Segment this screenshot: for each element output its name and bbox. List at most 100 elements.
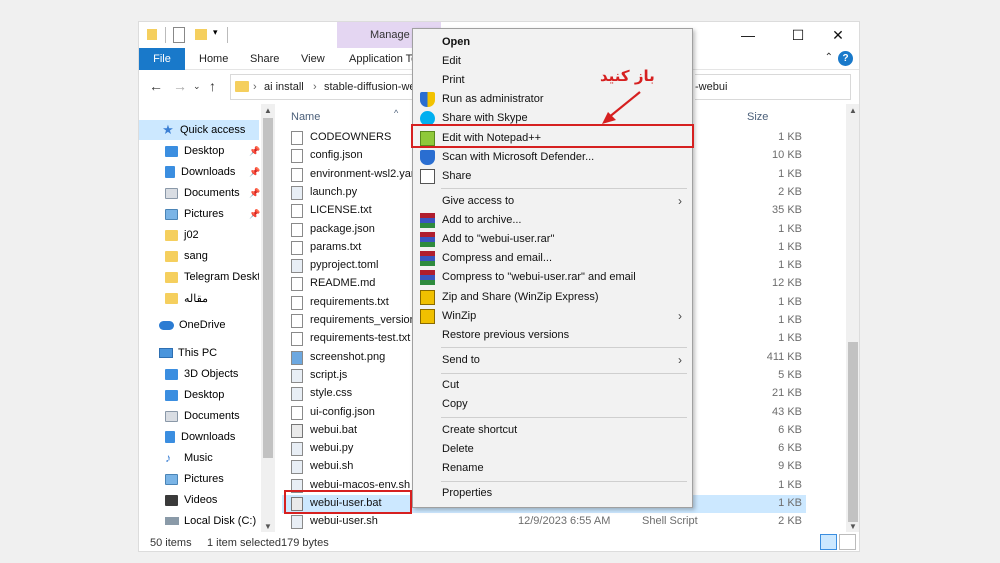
breadcrumb-webui[interactable]: -webui xyxy=(695,81,727,93)
nav-item-label: Local Disk (C:) xyxy=(184,515,257,527)
status-bar: 50 items 1 item selected 179 bytes xyxy=(139,532,859,551)
menu-item-properties[interactable]: Properties xyxy=(413,484,692,503)
file-name: webui.py xyxy=(310,442,354,455)
folder-icon xyxy=(165,229,178,241)
scroll-down-icon[interactable]: ▼ xyxy=(849,522,857,531)
address-bar-tail[interactable]: -webui xyxy=(695,74,851,100)
file-list-scrollbar[interactable]: ▲ ▼ xyxy=(846,104,859,534)
menu-item-copy[interactable]: Copy xyxy=(413,395,692,414)
winrar-icon xyxy=(420,213,435,229)
scroll-down-icon[interactable]: ▼ xyxy=(264,522,272,531)
file-size: 35 KB xyxy=(772,204,802,217)
file-row[interactable]: webui-user.sh 12/9/2023 6:55 AM Shell Scri… xyxy=(282,513,806,531)
nav-item-telegram-desktop[interactable]: Telegram Deskto xyxy=(139,267,259,287)
nav-item-desktop-pc[interactable]: Desktop xyxy=(139,385,259,405)
help-icon[interactable]: ? xyxy=(838,51,853,66)
tab-home[interactable]: Home xyxy=(199,53,228,65)
menu-item-send-to[interactable]: Send to › xyxy=(413,351,692,370)
menu-item-compress-and-email[interactable]: Compress and email... xyxy=(413,249,692,268)
nav-item-downloads[interactable]: Downloads xyxy=(139,162,259,182)
menu-item-scan-with-microsoft-defender[interactable]: Scan with Microsoft Defender... xyxy=(413,148,692,167)
breadcrumb-stable-diffusion[interactable]: stable-diffusion-we xyxy=(324,81,416,93)
menu-item-add-to-webui-user-rar[interactable]: Add to "webui-user.rar" xyxy=(413,230,692,249)
menu-item-run-as-administrator[interactable]: Run as administrator xyxy=(413,90,692,109)
back-arrow-icon[interactable]: ← xyxy=(149,78,163,94)
tab-view[interactable]: View xyxy=(301,53,325,65)
file-icon xyxy=(291,259,303,274)
menu-item-label: Share with Skype xyxy=(442,112,528,125)
file-list-scrollbar-thumb[interactable] xyxy=(848,342,858,522)
nav-item-maghaleh[interactable]: مقاله xyxy=(139,288,259,308)
up-arrow-icon[interactable]: ↑ xyxy=(209,78,216,94)
file-icon xyxy=(291,442,303,457)
menu-separator xyxy=(441,347,687,349)
menu-item-create-shortcut[interactable]: Create shortcut xyxy=(413,421,692,440)
scroll-up-icon[interactable]: ▲ xyxy=(264,106,272,115)
nav-item-quick-access[interactable]: ★ Quick access xyxy=(139,120,259,140)
nav-item-3d-objects[interactable]: 3D Objects xyxy=(139,364,259,384)
menu-item-cut[interactable]: Cut xyxy=(413,376,692,395)
chevron-right-icon: › xyxy=(678,194,682,208)
nav-item-documents-pc[interactable]: Documents xyxy=(139,406,259,426)
menu-item-label: Properties xyxy=(442,487,493,500)
nav-item-pictures[interactable]: Pictures xyxy=(139,204,259,224)
menu-item-share[interactable]: Share xyxy=(413,167,692,186)
folder-icon xyxy=(165,271,178,283)
nav-item-this-pc[interactable]: This PC xyxy=(139,343,259,363)
qat-dropdown-icon[interactable]: ▾ xyxy=(213,27,222,43)
minimize-button[interactable]: — xyxy=(725,22,771,48)
nav-item-local-disk[interactable]: Local Disk (C:) xyxy=(139,511,259,531)
recent-locations-icon[interactable]: ⌄ xyxy=(193,81,201,92)
menu-item-label: Share xyxy=(442,169,472,182)
pin-icon: 📌 xyxy=(249,167,261,177)
nav-item-desktop[interactable]: Desktop xyxy=(139,141,259,161)
menu-item-open[interactable]: Open xyxy=(413,33,692,52)
file-size: 2 KB xyxy=(778,515,802,528)
file-icon xyxy=(291,314,303,328)
tab-application-tools[interactable]: Application To xyxy=(349,53,417,65)
tab-file[interactable]: File xyxy=(139,48,185,70)
file-size: 1 KB xyxy=(778,259,802,272)
menu-separator xyxy=(441,372,687,374)
file-name: webui.sh xyxy=(310,460,354,473)
scroll-up-icon[interactable]: ▲ xyxy=(849,106,857,115)
menu-item-compress-to-webui-user-rar-and-email[interactable]: Compress to "webui-user.rar" and email xyxy=(413,268,692,287)
menu-item-winzip[interactable]: WinZip › xyxy=(413,307,692,326)
new-folder-icon[interactable] xyxy=(195,29,207,40)
cube-icon xyxy=(165,368,178,380)
tab-share[interactable]: Share xyxy=(250,53,279,65)
nav-item-music[interactable]: ♪ Music xyxy=(139,448,259,468)
nav-item-label: This PC xyxy=(178,347,218,359)
nav-item-videos[interactable]: Videos xyxy=(139,490,259,510)
drive-icon xyxy=(165,517,179,525)
nav-scrollbar[interactable]: ▲ ▼ xyxy=(261,104,275,534)
nav-item-downloads-pc[interactable]: Downloads xyxy=(139,427,259,447)
large-icons-view-button[interactable] xyxy=(839,534,856,550)
menu-item-zip-and-share-winzip-express[interactable]: Zip and Share (WinZip Express) xyxy=(413,288,692,307)
menu-item-label: Compress to "webui-user.rar" and email xyxy=(442,271,636,284)
breadcrumb-ai-install[interactable]: ai install xyxy=(264,81,304,93)
file-size: 1 KB xyxy=(778,497,802,509)
close-button[interactable]: ✕ xyxy=(815,22,859,48)
menu-item-delete[interactable]: Delete xyxy=(413,440,692,459)
manage-tab-label: Manage xyxy=(370,29,410,41)
file-size: 5 KB xyxy=(778,368,802,381)
properties-icon[interactable] xyxy=(173,27,185,43)
menu-item-give-access-to[interactable]: Give access to › xyxy=(413,192,692,211)
details-view-button[interactable] xyxy=(820,534,837,550)
nav-item-documents[interactable]: Documents xyxy=(139,183,259,203)
menu-item-rename[interactable]: Rename xyxy=(413,459,692,478)
nav-item-pictures-pc[interactable]: Pictures xyxy=(139,469,259,489)
nav-item-j02[interactable]: j02 xyxy=(139,225,259,245)
nav-item-sang[interactable]: sang xyxy=(139,246,259,266)
chevron-up-icon[interactable]: ⌃ xyxy=(825,52,833,63)
nav-item-onedrive[interactable]: OneDrive xyxy=(139,315,259,335)
winrar-icon xyxy=(420,251,435,267)
nav-scrollbar-thumb[interactable] xyxy=(263,118,273,458)
winrar-icon xyxy=(420,270,435,286)
menu-item-add-to-archive[interactable]: Add to archive... xyxy=(413,211,692,230)
column-header-name[interactable]: Name xyxy=(291,111,320,123)
column-header-size[interactable]: Size xyxy=(747,111,768,123)
forward-arrow-icon[interactable]: → xyxy=(173,78,187,94)
menu-item-restore-previous-versions[interactable]: Restore previous versions xyxy=(413,326,692,345)
